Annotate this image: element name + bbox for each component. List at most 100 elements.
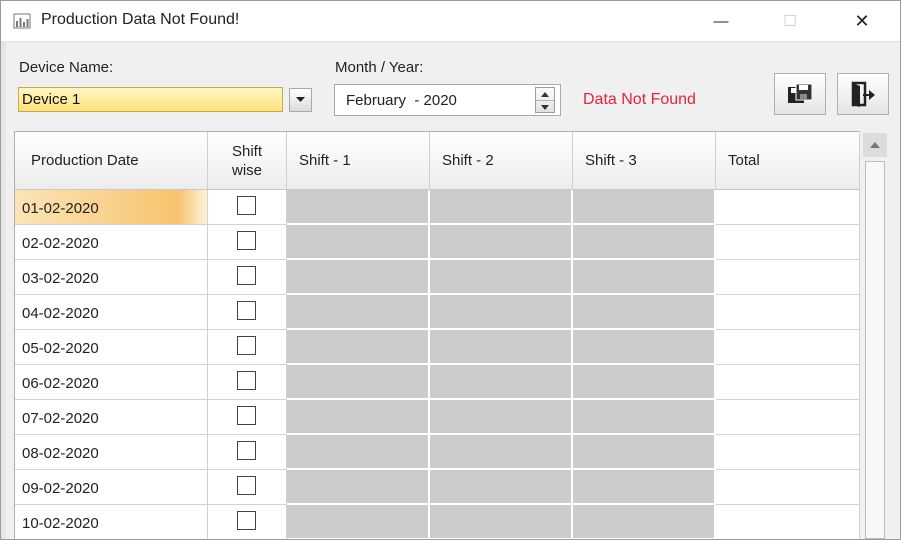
table-row[interactable]: 08-02-2020 bbox=[15, 435, 860, 470]
production-date-cell[interactable]: 04-02-2020 bbox=[15, 295, 208, 330]
production-date-text: 07-02-2020 bbox=[22, 410, 99, 427]
device-dropdown-button[interactable] bbox=[289, 88, 312, 112]
production-date-cell[interactable]: 10-02-2020 bbox=[15, 505, 208, 539]
maximize-icon: ☐ bbox=[783, 13, 797, 30]
total-cell[interactable] bbox=[716, 470, 860, 505]
production-date-cell[interactable]: 07-02-2020 bbox=[15, 400, 208, 435]
total-cell[interactable] bbox=[716, 190, 860, 225]
shift-1-cell bbox=[287, 505, 430, 539]
shift-wise-checkbox[interactable] bbox=[237, 196, 256, 215]
shift-wise-cell bbox=[208, 505, 287, 539]
arrow-up-icon bbox=[541, 91, 549, 97]
shift-wise-cell bbox=[208, 330, 287, 365]
shift-2-cell bbox=[430, 190, 573, 225]
shift-wise-cell bbox=[208, 435, 287, 470]
device-name-label: Device Name: bbox=[19, 59, 114, 76]
shift-wise-checkbox[interactable] bbox=[237, 266, 256, 285]
shift-3-cell bbox=[573, 400, 716, 435]
shift-3-cell bbox=[573, 365, 716, 400]
shift-1-cell bbox=[287, 295, 430, 330]
shift-2-cell bbox=[430, 505, 573, 539]
maximize-button[interactable]: ☐ bbox=[767, 1, 813, 41]
month-year-spinner[interactable] bbox=[535, 87, 555, 113]
month-year-value: February - 2020 bbox=[346, 92, 457, 109]
table-row[interactable]: 09-02-2020 bbox=[15, 470, 860, 505]
shift-wise-checkbox[interactable] bbox=[237, 476, 256, 495]
table-row[interactable]: 03-02-2020 bbox=[15, 260, 860, 295]
total-cell[interactable] bbox=[716, 400, 860, 435]
shift-wise-cell bbox=[208, 365, 287, 400]
production-date-text: 06-02-2020 bbox=[22, 375, 99, 392]
production-date-cell[interactable]: 03-02-2020 bbox=[15, 260, 208, 295]
production-date-cell[interactable]: 02-02-2020 bbox=[15, 225, 208, 260]
shift-wise-cell bbox=[208, 470, 287, 505]
total-cell[interactable] bbox=[716, 365, 860, 400]
shift-wise-checkbox[interactable] bbox=[237, 336, 256, 355]
column-header-shift-1[interactable]: Shift - 1 bbox=[287, 132, 430, 190]
production-date-cell[interactable]: 08-02-2020 bbox=[15, 435, 208, 470]
production-date-text: 09-02-2020 bbox=[22, 480, 99, 497]
production-date-text: 01-02-2020 bbox=[22, 200, 99, 217]
shift-wise-checkbox[interactable] bbox=[237, 231, 256, 250]
device-name-combobox[interactable]: Device 1 bbox=[18, 87, 283, 112]
vertical-scrollbar[interactable] bbox=[859, 131, 890, 539]
production-date-cell[interactable]: 01-02-2020 bbox=[15, 190, 208, 225]
column-header-shift-3[interactable]: Shift - 3 bbox=[573, 132, 716, 190]
chevron-down-icon bbox=[296, 97, 305, 102]
table-row[interactable]: 10-02-2020 bbox=[15, 505, 860, 539]
table-row[interactable]: 05-02-2020 bbox=[15, 330, 860, 365]
table-row[interactable]: 02-02-2020 bbox=[15, 225, 860, 260]
table-row[interactable]: 01-02-2020 bbox=[15, 190, 860, 225]
shift-3-cell bbox=[573, 505, 716, 539]
minimize-button[interactable]: — bbox=[698, 1, 744, 41]
table-row[interactable]: 07-02-2020 bbox=[15, 400, 860, 435]
total-cell[interactable] bbox=[716, 505, 860, 539]
table-row[interactable]: 06-02-2020 bbox=[15, 365, 860, 400]
shift-2-cell bbox=[430, 435, 573, 470]
arrow-up-icon bbox=[870, 142, 880, 148]
scrollbar-thumb[interactable] bbox=[865, 161, 885, 539]
spin-up-button[interactable] bbox=[536, 88, 554, 100]
minimize-icon: — bbox=[713, 12, 729, 30]
shift-wise-checkbox[interactable] bbox=[237, 511, 256, 530]
status-message: Data Not Found bbox=[583, 91, 696, 108]
shift-3-cell bbox=[573, 225, 716, 260]
scroll-up-button[interactable] bbox=[863, 133, 887, 157]
shift-wise-checkbox[interactable] bbox=[237, 301, 256, 320]
close-icon: ✕ bbox=[854, 10, 870, 31]
production-date-cell[interactable]: 05-02-2020 bbox=[15, 330, 208, 365]
total-cell[interactable] bbox=[716, 225, 860, 260]
column-header-total[interactable]: Total bbox=[716, 132, 860, 190]
total-cell[interactable] bbox=[716, 330, 860, 365]
production-date-text: 05-02-2020 bbox=[22, 340, 99, 357]
shift-wise-checkbox[interactable] bbox=[237, 441, 256, 460]
total-cell[interactable] bbox=[716, 295, 860, 330]
column-header-shift-wise[interactable]: Shift wise bbox=[208, 132, 287, 190]
shift-2-cell bbox=[430, 365, 573, 400]
shift-2-cell bbox=[430, 295, 573, 330]
spin-down-button[interactable] bbox=[536, 100, 554, 113]
production-date-text: 10-02-2020 bbox=[22, 515, 99, 532]
column-header-production-date[interactable]: Production Date bbox=[15, 132, 208, 190]
production-date-cell[interactable]: 06-02-2020 bbox=[15, 365, 208, 400]
window-left-edge bbox=[1, 41, 6, 539]
total-cell[interactable] bbox=[716, 435, 860, 470]
save-disk-icon bbox=[788, 83, 813, 103]
exit-button[interactable] bbox=[837, 73, 889, 115]
shift-2-cell bbox=[430, 470, 573, 505]
shift-wise-checkbox[interactable] bbox=[237, 406, 256, 425]
shift-2-cell bbox=[430, 260, 573, 295]
production-date-cell[interactable]: 09-02-2020 bbox=[15, 470, 208, 505]
production-data-grid[interactable]: Production Date Shift wise Shift - 1 Shi… bbox=[14, 131, 860, 539]
shift-3-cell bbox=[573, 260, 716, 295]
shift-wise-checkbox[interactable] bbox=[237, 371, 256, 390]
window-title: Production Data Not Found! bbox=[41, 11, 240, 28]
shift-2-cell bbox=[430, 400, 573, 435]
month-year-picker[interactable]: February - 2020 bbox=[334, 84, 561, 116]
total-cell[interactable] bbox=[716, 260, 860, 295]
close-button[interactable]: ✕ bbox=[839, 1, 885, 41]
shift-wise-cell bbox=[208, 225, 287, 260]
save-button[interactable] bbox=[774, 73, 826, 115]
table-row[interactable]: 04-02-2020 bbox=[15, 295, 860, 330]
column-header-shift-2[interactable]: Shift - 2 bbox=[430, 132, 573, 190]
